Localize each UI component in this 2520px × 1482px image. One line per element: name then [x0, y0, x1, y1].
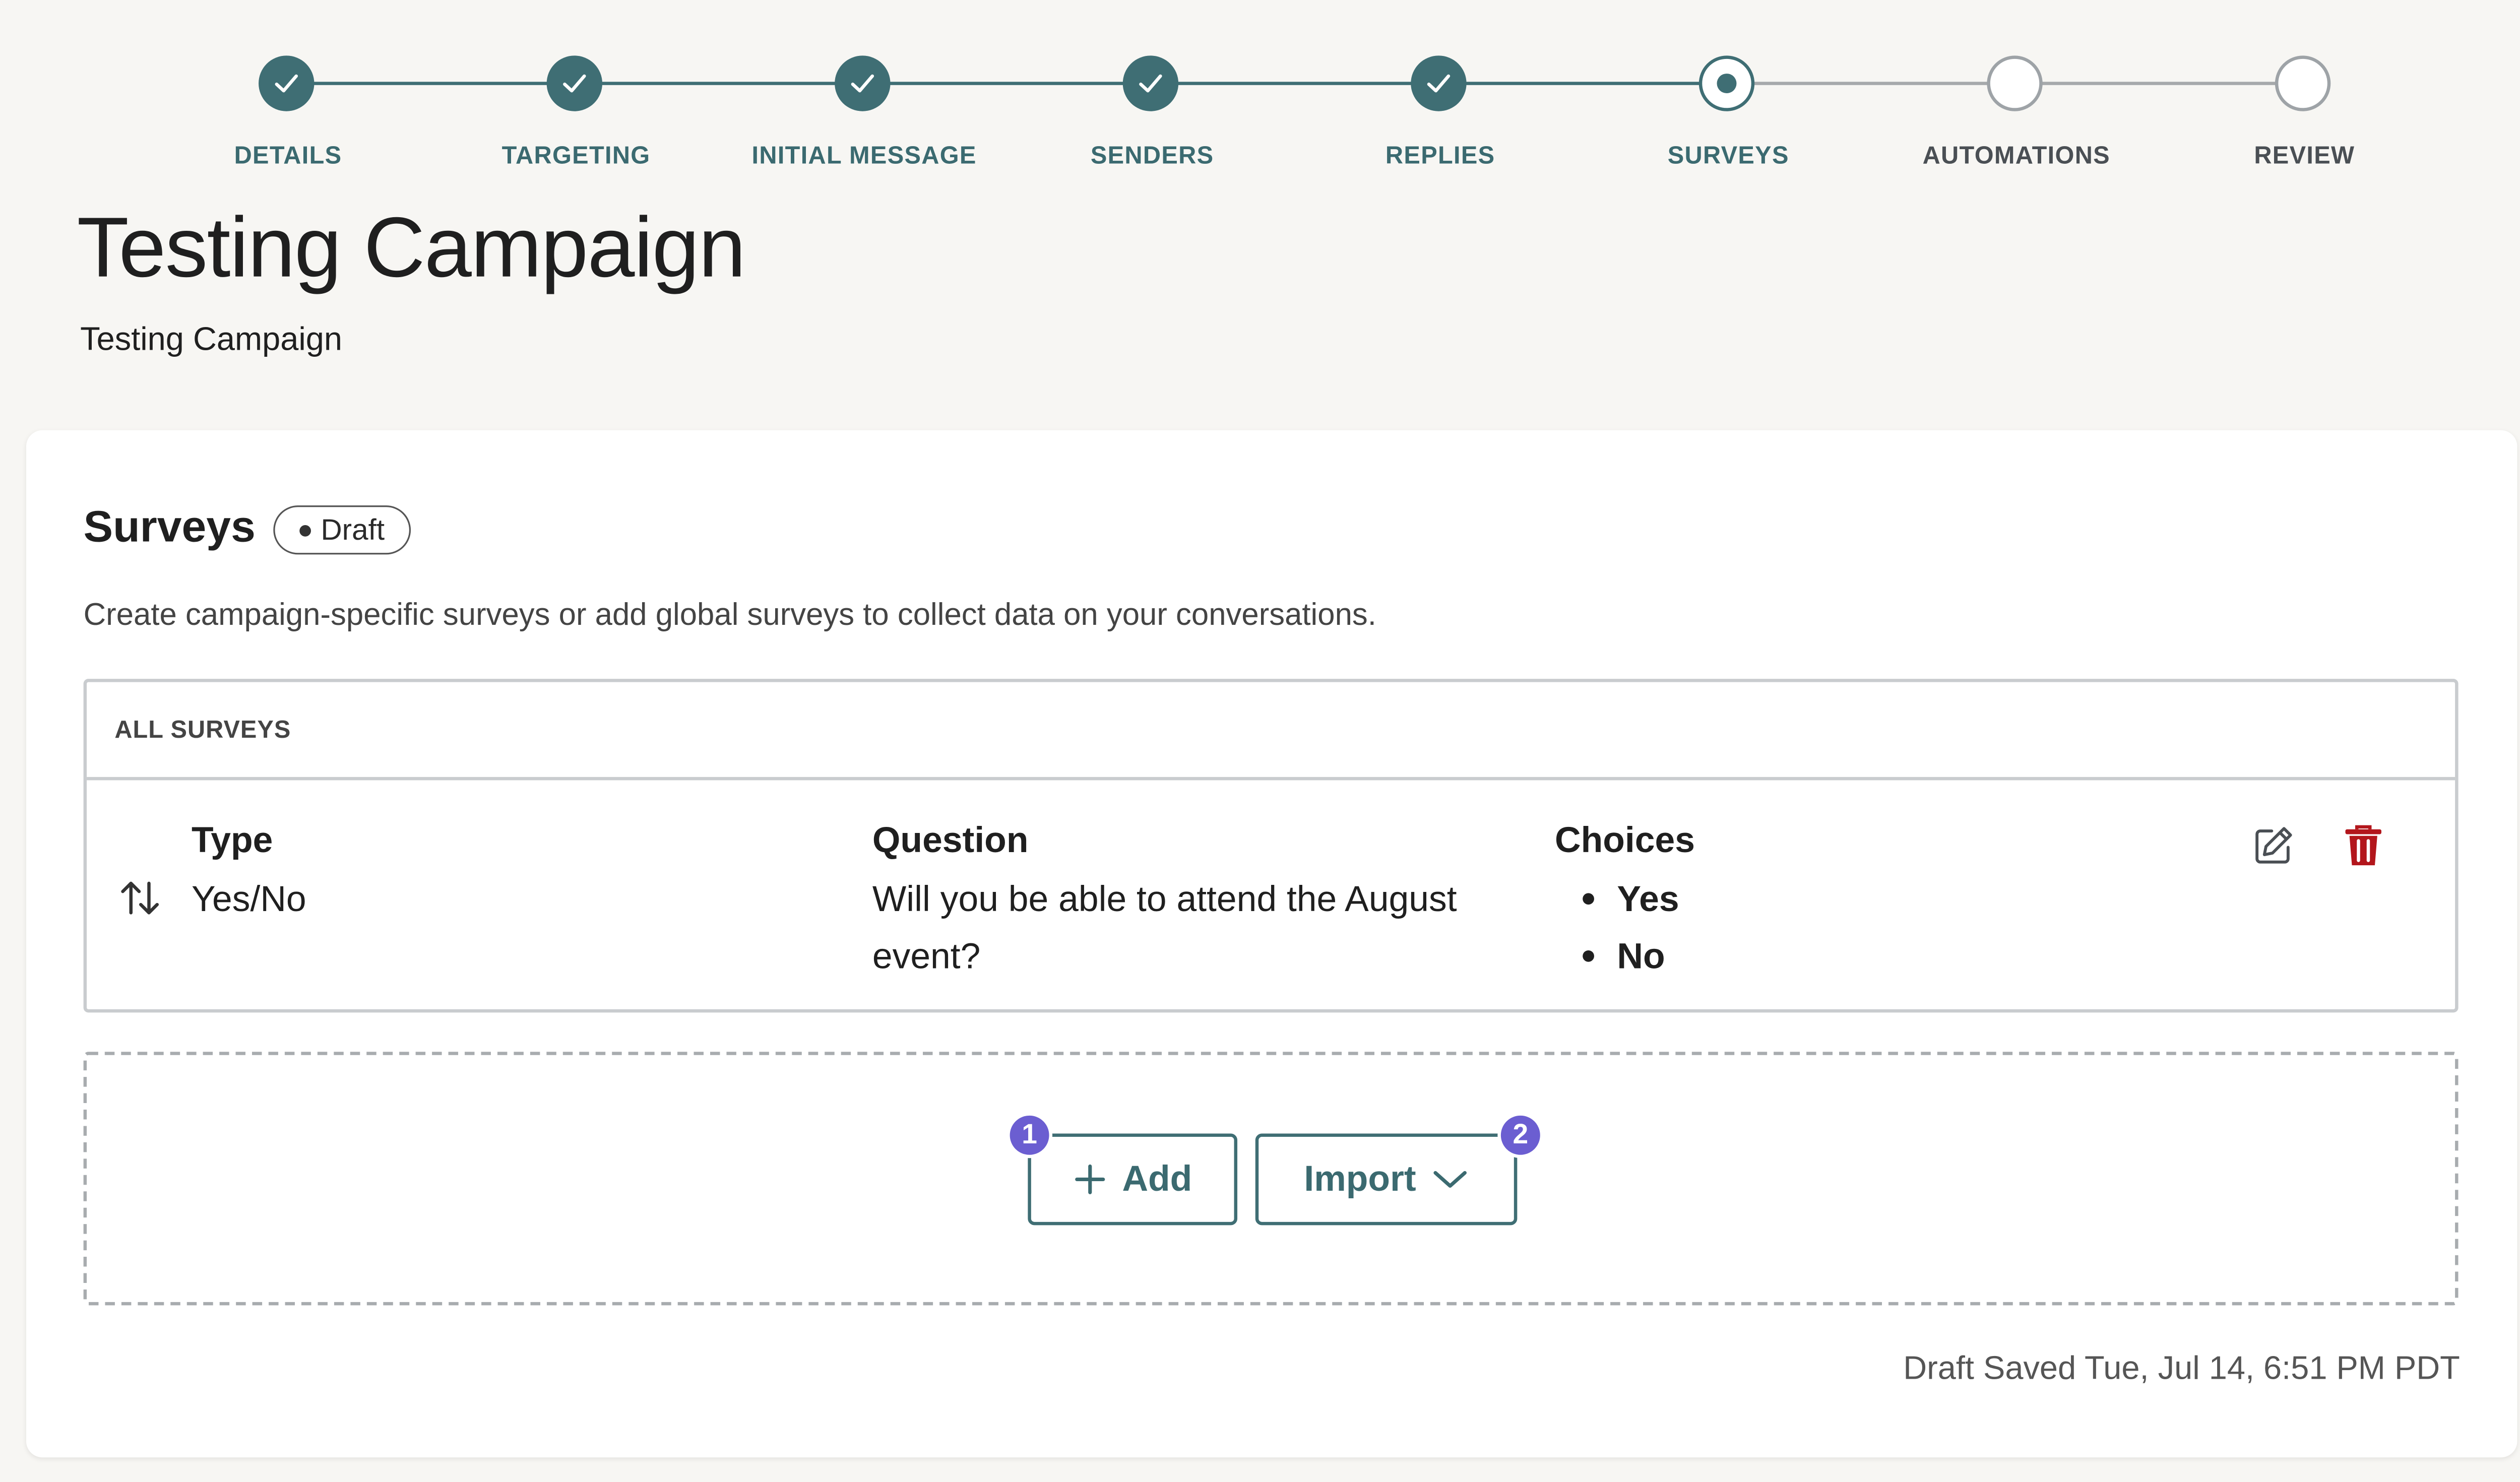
draft-saved-status: Draft Saved Tue, Jul 14, 6:51 PM PDT: [1903, 1351, 2460, 1387]
step-label-initial-message[interactable]: INITIAL MESSAGE: [717, 142, 1012, 170]
surveys-heading: Surveys: [83, 502, 256, 551]
step-targeting-check-icon[interactable]: [546, 55, 603, 111]
add-button-label: Add: [1122, 1158, 1192, 1199]
step-senders-check-icon[interactable]: [1122, 55, 1179, 111]
stepper-line-complete: [286, 82, 1727, 85]
step-label-details[interactable]: DETAILS: [141, 142, 435, 170]
survey-choices-list: Yes No: [1580, 870, 1679, 985]
step-details-check-icon[interactable]: [259, 55, 314, 111]
column-header-type: Type: [191, 819, 273, 861]
step-surveys-current-icon[interactable]: [1698, 55, 1755, 111]
table-header: ALL SURVEYS: [87, 682, 2455, 781]
list-item: Yes: [1580, 870, 1679, 928]
current-step-dot: [1717, 74, 1737, 94]
trash-icon[interactable]: [2342, 823, 2384, 869]
step-replies-check-icon[interactable]: [1411, 55, 1467, 111]
column-header-choices: Choices: [1555, 819, 1695, 861]
step-label-review[interactable]: REVIEW: [2157, 142, 2452, 170]
add-survey-dropzone: Add Import 1 2: [83, 1052, 2459, 1306]
surveys-card: Surveys Draft Create campaign-specific s…: [26, 430, 2517, 1458]
import-survey-button[interactable]: Import: [1255, 1133, 1518, 1226]
progress-stepper: DETAILS TARGETING INITIAL MESSAGE SENDER…: [0, 0, 2520, 197]
page-subtitle: Testing Campaign: [80, 322, 343, 358]
survey-question-line-2: event?: [872, 935, 981, 977]
badge-dot-icon: [299, 524, 311, 536]
chevron-down-icon: [1434, 1171, 1467, 1188]
bullet-icon: [1583, 950, 1594, 962]
step-initial-message-check-icon[interactable]: [835, 55, 891, 111]
bullet-icon: [1583, 893, 1594, 905]
plus-icon: [1074, 1164, 1105, 1194]
sort-arrows-icon[interactable]: [118, 875, 164, 921]
page-title: Testing Campaign: [77, 201, 746, 296]
step-review-empty-icon[interactable]: [2275, 55, 2331, 111]
choice-label: Yes: [1617, 878, 1679, 920]
step-automations-empty-icon[interactable]: [1987, 55, 2043, 111]
survey-question-line-1: Will you be able to attend the August: [872, 878, 1457, 920]
step-label-automations[interactable]: AUTOMATIONS: [1869, 142, 2164, 170]
annotation-marker-2: 2: [1497, 1112, 1544, 1158]
surveys-table: ALL SURVEYS Type Question Choices Yes/No…: [83, 679, 2459, 1013]
choice-label: No: [1617, 935, 1665, 977]
step-label-senders[interactable]: SENDERS: [1005, 142, 1300, 170]
import-button-label: Import: [1304, 1158, 1416, 1199]
app-root: DETAILS TARGETING INITIAL MESSAGE SENDER…: [0, 0, 2520, 1482]
list-item: No: [1580, 928, 1679, 985]
step-label-surveys[interactable]: SURVEYS: [1581, 142, 1876, 170]
column-header-question: Question: [872, 819, 1029, 861]
surveys-description: Create campaign-specific surveys or add …: [83, 599, 1376, 633]
step-label-targeting[interactable]: TARGETING: [429, 142, 724, 170]
pencil-edit-icon[interactable]: [2250, 823, 2296, 869]
annotation-marker-1: 1: [1006, 1112, 1053, 1158]
survey-type-value: Yes/No: [191, 878, 306, 920]
step-label-replies[interactable]: REPLIES: [1293, 142, 1588, 170]
status-badge: Draft: [273, 505, 411, 555]
status-badge-label: Draft: [321, 512, 385, 546]
add-survey-button[interactable]: Add: [1028, 1133, 1238, 1226]
